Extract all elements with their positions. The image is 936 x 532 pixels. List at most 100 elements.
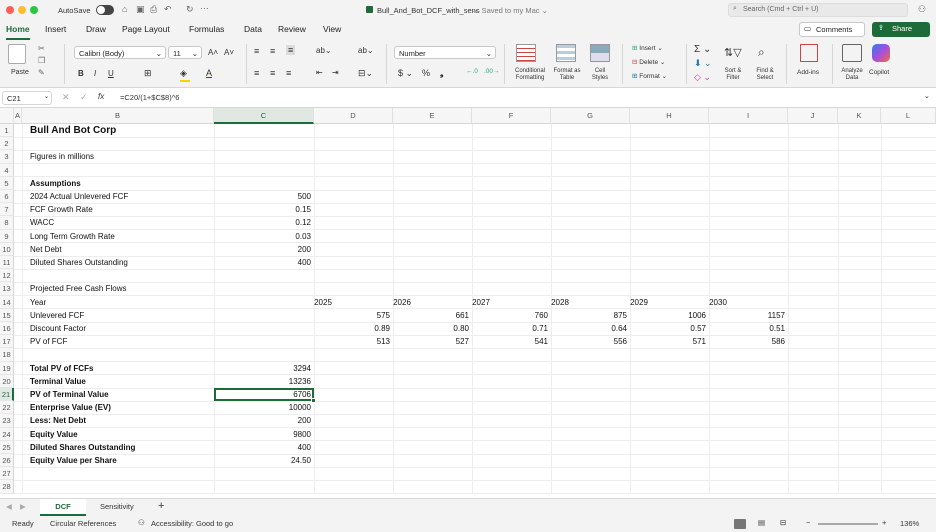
- save-icon[interactable]: ▣: [136, 4, 145, 15]
- cell-b24[interactable]: Equity Value: [30, 428, 78, 441]
- fill-icon[interactable]: ⬇ ⌄: [694, 58, 712, 69]
- redo-icon[interactable]: ↻: [186, 4, 194, 15]
- cell-f15[interactable]: 760: [472, 309, 548, 322]
- conditional-formatting-icon[interactable]: [516, 44, 536, 62]
- font-size-select[interactable]: 11 ⌄: [168, 46, 202, 59]
- align-middle-icon[interactable]: ≡: [270, 46, 275, 56]
- row-header-1[interactable]: 1: [0, 124, 14, 138]
- conditional-formatting-button[interactable]: Conditional Formatting: [510, 68, 550, 82]
- cancel-icon[interactable]: ✕: [62, 92, 70, 103]
- insert-function-icon[interactable]: fx: [98, 92, 104, 101]
- cell-g16[interactable]: 0.64: [551, 322, 627, 335]
- cell-c19[interactable]: 3294: [214, 362, 311, 375]
- analyze-data-icon[interactable]: [842, 44, 862, 62]
- row-header-24[interactable]: 24: [0, 427, 14, 441]
- cell-g14[interactable]: 2028: [535, 296, 585, 309]
- align-top-icon[interactable]: ≡: [254, 46, 259, 56]
- wrap-text-icon[interactable]: ab⌄: [358, 46, 374, 55]
- cell-d15[interactable]: 575: [314, 309, 390, 322]
- cell-h14[interactable]: 2029: [614, 296, 664, 309]
- cell-b13[interactable]: Projected Free Cash Flows: [30, 282, 126, 295]
- font-color-icon[interactable]: A: [206, 68, 212, 78]
- addins-icon[interactable]: [800, 44, 818, 62]
- cell-e16[interactable]: 0.80: [393, 322, 469, 335]
- column-header-c[interactable]: C: [214, 108, 314, 124]
- enter-icon[interactable]: ✓: [80, 92, 88, 103]
- more-icon[interactable]: ···: [200, 3, 209, 13]
- cell-c7[interactable]: 0.15: [214, 203, 311, 216]
- analyze-data-button[interactable]: Analyze Data: [836, 68, 868, 82]
- formula-input[interactable]: =C20/(1+$C$8)^6: [120, 93, 179, 102]
- cell-b19[interactable]: Total PV of FCFs: [30, 362, 93, 375]
- cell-b1[interactable]: Bull And Bot Corp: [30, 124, 116, 137]
- row-header-7[interactable]: 7: [0, 203, 14, 217]
- next-sheet-icon[interactable]: ▶: [20, 502, 26, 511]
- cell-e17[interactable]: 527: [393, 335, 469, 348]
- cell-b5[interactable]: Assumptions: [30, 177, 81, 190]
- copilot-icon[interactable]: [872, 44, 890, 62]
- cell-c9[interactable]: 0.03: [214, 230, 311, 243]
- circular-references-button[interactable]: Circular References: [50, 519, 116, 528]
- row-header-10[interactable]: 10: [0, 242, 14, 256]
- cell-b20[interactable]: Terminal Value: [30, 375, 86, 388]
- cell-b17[interactable]: PV of FCF: [30, 335, 67, 348]
- selected-cell-outline[interactable]: [214, 388, 314, 402]
- cell-c24[interactable]: 9800: [214, 428, 311, 441]
- cell-c8[interactable]: 0.12: [214, 216, 311, 229]
- cell-styles-button[interactable]: Cell Styles: [588, 68, 612, 82]
- cell-b25[interactable]: Diluted Shares Outstanding: [30, 441, 135, 454]
- column-header-a[interactable]: A: [14, 108, 22, 124]
- column-header-f[interactable]: F: [472, 108, 551, 124]
- column-header-j[interactable]: J: [788, 108, 838, 124]
- row-header-8[interactable]: 8: [0, 216, 14, 230]
- tab-formulas[interactable]: Formulas: [189, 24, 224, 34]
- row-header-21[interactable]: 21: [0, 388, 14, 402]
- cell-c6[interactable]: 500: [214, 190, 311, 203]
- normal-view-icon[interactable]: [734, 519, 746, 529]
- page-layout-view-icon[interactable]: ▤: [758, 518, 765, 527]
- cell-c20[interactable]: 13236: [214, 375, 311, 388]
- row-header-27[interactable]: 27: [0, 467, 14, 481]
- find-select-button[interactable]: Find & Select: [752, 68, 778, 82]
- cell-i15[interactable]: 1157: [709, 309, 785, 322]
- merge-center-icon[interactable]: ⊟⌄: [358, 68, 373, 79]
- row-header-3[interactable]: 3: [0, 150, 14, 164]
- font-name-select[interactable]: Calibri (Body) ⌄: [74, 46, 166, 59]
- column-header-k[interactable]: K: [838, 108, 881, 124]
- column-header-h[interactable]: H: [630, 108, 709, 124]
- tab-data[interactable]: Data: [244, 24, 262, 34]
- clear-icon[interactable]: ◇ ⌄: [694, 72, 711, 83]
- cell-f17[interactable]: 541: [472, 335, 548, 348]
- cell-b15[interactable]: Unlevered FCF: [30, 309, 84, 322]
- row-header-16[interactable]: 16: [0, 322, 14, 336]
- search-input[interactable]: ⌕ Search (Cmd + Ctrl + U): [728, 3, 908, 17]
- row-header-2[interactable]: 2: [0, 137, 14, 151]
- cell-d16[interactable]: 0.89: [314, 322, 390, 335]
- cut-icon[interactable]: ✂: [38, 44, 45, 53]
- row-header-12[interactable]: 12: [0, 269, 14, 283]
- comments-button[interactable]: ▭ Comments: [799, 22, 865, 37]
- cell-b7[interactable]: FCF Growth Rate: [30, 203, 93, 216]
- cell-h15[interactable]: 1006: [630, 309, 706, 322]
- align-center-icon[interactable]: ≡: [270, 68, 275, 78]
- row-header-4[interactable]: 4: [0, 163, 14, 177]
- row-header-18[interactable]: 18: [0, 348, 14, 362]
- sort-filter-button[interactable]: Sort & Filter: [720, 68, 746, 82]
- cell-b26[interactable]: Equity Value per Share: [30, 454, 117, 467]
- find-icon[interactable]: ⌕: [758, 45, 765, 60]
- align-bottom-icon[interactable]: ≡: [286, 45, 296, 55]
- cell-d17[interactable]: 513: [314, 335, 390, 348]
- align-right-icon[interactable]: ≡: [286, 68, 291, 78]
- row-header-11[interactable]: 11: [0, 256, 14, 270]
- cell-g15[interactable]: 875: [551, 309, 627, 322]
- format-as-table-button[interactable]: Format as Table: [552, 68, 582, 82]
- cell-e14[interactable]: 2026: [377, 296, 427, 309]
- comma-icon[interactable]: ❟: [440, 68, 444, 79]
- cell-f16[interactable]: 0.71: [472, 322, 548, 335]
- column-header-d[interactable]: D: [314, 108, 393, 124]
- column-header-l[interactable]: L: [881, 108, 936, 124]
- cell-g17[interactable]: 556: [551, 335, 627, 348]
- minimize-window-button[interactable]: [18, 6, 26, 14]
- increase-decimal-icon[interactable]: ←.0: [466, 68, 478, 75]
- percent-icon[interactable]: %: [422, 68, 430, 78]
